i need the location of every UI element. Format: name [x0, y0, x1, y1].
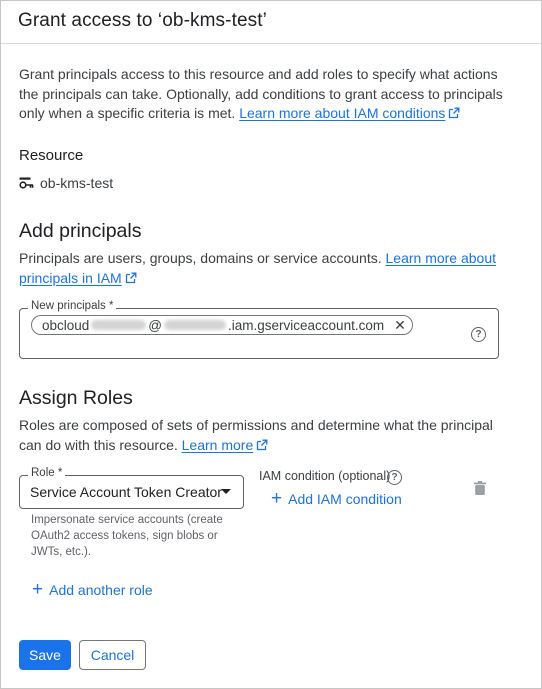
external-link-icon	[449, 107, 460, 119]
plus-icon: +	[32, 579, 44, 600]
dialog-title: Grant access to ‘ob-kms-test’	[18, 10, 267, 31]
principal-chip-at: @	[148, 317, 163, 333]
principals-description: Principals are users, groups, domains or…	[19, 250, 382, 266]
roles-paragraph: Roles are composed of sets of permission…	[19, 416, 519, 455]
external-link-icon	[125, 272, 137, 283]
add-iam-condition-button[interactable]: + Add IAM condition	[271, 489, 402, 508]
principal-chip[interactable]: obcloud @ .iam.gserviceaccount.com ✕	[31, 315, 413, 335]
role-description: Impersonate service accounts (create OAu…	[31, 514, 223, 558]
role-value: Service Account Token Creator	[30, 484, 222, 500]
redacted-region	[164, 320, 227, 330]
help-icon[interactable]: ?	[471, 327, 486, 342]
add-principals-heading: Add principals	[19, 220, 142, 242]
roles-learn-more-link[interactable]: Learn more	[182, 437, 269, 453]
role-label: Role *	[28, 467, 66, 479]
add-another-role-label: Add another role	[49, 581, 153, 598]
grant-access-dialog: Grant access to ‘ob-kms-test’ Grant prin…	[0, 0, 542, 689]
dropdown-arrow-icon	[221, 489, 231, 494]
cancel-button[interactable]: Cancel	[79, 640, 146, 670]
iam-conditions-link[interactable]: Learn more about IAM conditions	[239, 105, 460, 121]
remove-chip-icon[interactable]: ✕	[394, 317, 406, 334]
add-another-role-button[interactable]: + Add another role	[32, 580, 153, 599]
redacted-region	[91, 320, 147, 330]
resource-name: ob-kms-test	[40, 175, 114, 191]
save-button[interactable]: Save	[19, 640, 71, 670]
plus-icon: +	[271, 488, 283, 509]
add-iam-condition-label: Add IAM condition	[288, 490, 402, 507]
principals-paragraph: Principals are users, groups, domains or…	[19, 249, 519, 288]
help-icon[interactable]: ?	[387, 470, 402, 485]
principal-chip-prefix: obcloud	[42, 317, 90, 333]
key-ring-icon	[19, 177, 34, 189]
dialog-header: Grant access to ‘ob-kms-test’	[1, 1, 541, 44]
principal-chip-suffix: .iam.gserviceaccount.com	[228, 317, 385, 333]
resource-row: ob-kms-test	[19, 175, 113, 191]
external-link-icon	[257, 439, 268, 450]
resource-heading: Resource	[19, 147, 84, 164]
new-principals-label: New principals *	[28, 300, 117, 312]
iam-condition-label: IAM condition (optional)	[259, 469, 391, 483]
delete-icon[interactable]	[474, 481, 486, 495]
assign-roles-heading: Assign Roles	[19, 387, 133, 409]
role-select[interactable]: Role * Service Account Token Creator	[19, 467, 244, 509]
new-principals-field[interactable]: New principals * obcloud @ .iam.gservice…	[19, 300, 499, 359]
intro-paragraph: Grant principals access to this resource…	[19, 65, 519, 124]
